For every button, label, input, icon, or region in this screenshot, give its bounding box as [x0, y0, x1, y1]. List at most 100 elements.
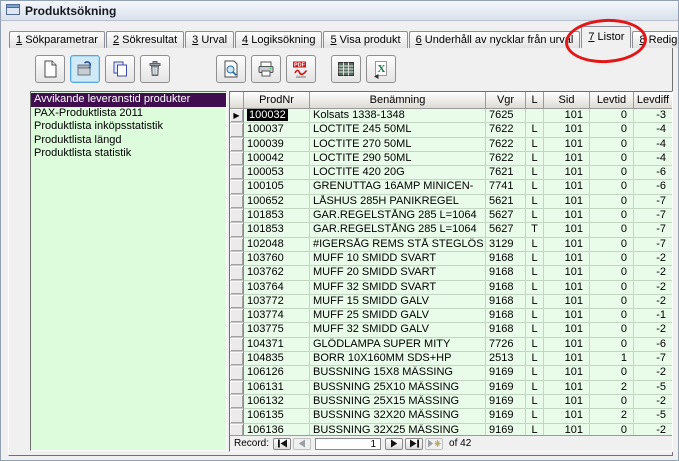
column-header-l[interactable]: L — [526, 92, 544, 109]
cell-prodnr[interactable]: 104371 — [244, 338, 310, 352]
cell-l[interactable]: L — [526, 323, 544, 337]
cell-benamning[interactable]: BUSSNING 32X25 MÄSSING — [310, 424, 486, 435]
print-preview-button[interactable] — [216, 55, 246, 83]
cell-levdiff[interactable]: -4 — [634, 152, 672, 166]
list-item[interactable]: Produktlista längd — [31, 134, 226, 148]
row-selector[interactable] — [230, 252, 244, 266]
cell-levdiff[interactable]: -7 — [634, 238, 672, 252]
column-header-levtid[interactable]: Levtid — [590, 92, 634, 109]
cell-vgr[interactable]: 7622 — [486, 152, 526, 166]
excel-export-button[interactable]: X — [366, 55, 396, 83]
cell-levdiff[interactable]: -4 — [634, 123, 672, 137]
column-header-levdiff[interactable]: Levdiff — [634, 92, 672, 109]
cell-levdiff[interactable]: -2 — [634, 252, 672, 266]
record-number-input[interactable]: 1 — [315, 438, 381, 450]
column-header-vgr[interactable]: Vgr — [486, 92, 526, 109]
cell-l[interactable]: L — [526, 338, 544, 352]
row-selector[interactable] — [230, 223, 244, 237]
tab-6[interactable]: 6 Underhåll av nycklar från urval — [409, 31, 581, 48]
cell-prodnr[interactable]: 100039 — [244, 138, 310, 152]
cell-sid[interactable]: 101 — [544, 166, 590, 180]
cell-prodnr[interactable]: 104835 — [244, 352, 310, 366]
report-listbox[interactable]: Avvikande leveranstid produkterPAX-Produ… — [30, 91, 227, 451]
tab-7[interactable]: 7 Listor — [581, 26, 631, 48]
cell-vgr[interactable]: 9168 — [486, 281, 526, 295]
cell-vgr[interactable]: 9168 — [486, 295, 526, 309]
cell-levtid[interactable]: 0 — [590, 195, 634, 209]
cell-levdiff[interactable]: -7 — [634, 209, 672, 223]
datasheet-view-button[interactable] — [331, 55, 361, 83]
cell-levtid[interactable]: 0 — [590, 295, 634, 309]
cell-levtid[interactable]: 0 — [590, 223, 634, 237]
cell-benamning[interactable]: MUFF 32 SMIDD SVART — [310, 281, 486, 295]
list-item[interactable]: Produktlista statistik — [31, 147, 226, 161]
cell-levdiff[interactable]: -2 — [634, 266, 672, 280]
cell-levdiff[interactable]: -3 — [634, 109, 672, 123]
cell-benamning[interactable]: GAR.REGELSTÅNG 285 L=1064 — [310, 209, 486, 223]
row-selector[interactable] — [230, 295, 244, 309]
cell-vgr[interactable]: 9169 — [486, 366, 526, 380]
cell-levtid[interactable]: 0 — [590, 152, 634, 166]
cell-l[interactable]: L — [526, 152, 544, 166]
cell-levtid[interactable]: 0 — [590, 209, 634, 223]
cell-sid[interactable]: 101 — [544, 338, 590, 352]
cell-benamning[interactable]: BUSSNING 25X10 MÄSSING — [310, 381, 486, 395]
cell-vgr[interactable]: 7741 — [486, 180, 526, 194]
row-selector[interactable] — [230, 424, 244, 435]
row-selector[interactable] — [230, 338, 244, 352]
cell-prodnr[interactable]: 103762 — [244, 266, 310, 280]
cell-prodnr[interactable]: 100042 — [244, 152, 310, 166]
column-header-benamning[interactable]: Benämning — [310, 92, 486, 109]
cell-levtid[interactable]: 0 — [590, 180, 634, 194]
cell-l[interactable]: T — [526, 223, 544, 237]
cell-prodnr[interactable]: 103774 — [244, 309, 310, 323]
cell-levtid[interactable]: 0 — [590, 281, 634, 295]
cell-sid[interactable]: 101 — [544, 352, 590, 366]
new-button[interactable] — [35, 55, 65, 83]
cell-levdiff[interactable]: -7 — [634, 223, 672, 237]
cell-sid[interactable]: 101 — [544, 424, 590, 435]
cell-vgr[interactable]: 7726 — [486, 338, 526, 352]
cell-prodnr[interactable]: 106126 — [244, 366, 310, 380]
tab-3[interactable]: 3 Urval — [185, 31, 234, 48]
cell-sid[interactable]: 101 — [544, 281, 590, 295]
cell-vgr[interactable]: 3129 — [486, 238, 526, 252]
cell-benamning[interactable]: #IGERSÅG REMS STÅ STEGLÖS — [310, 238, 486, 252]
cell-sid[interactable]: 101 — [544, 209, 590, 223]
cell-prodnr[interactable]: 100105 — [244, 180, 310, 194]
cell-l[interactable]: L — [526, 281, 544, 295]
first-record-button[interactable] — [273, 438, 291, 450]
cell-l[interactable]: L — [526, 309, 544, 323]
cell-prodnr[interactable]: 101853 — [244, 223, 310, 237]
cell-vgr[interactable]: 9169 — [486, 409, 526, 423]
row-selector[interactable] — [230, 266, 244, 280]
row-selector[interactable] — [230, 395, 244, 409]
cell-levtid[interactable]: 0 — [590, 366, 634, 380]
cell-prodnr[interactable]: 101853 — [244, 209, 310, 223]
cell-benamning[interactable]: GAR.REGELSTÅNG 285 L=1064 — [310, 223, 486, 237]
cell-vgr[interactable]: 7622 — [486, 138, 526, 152]
cell-vgr[interactable]: 9168 — [486, 323, 526, 337]
cell-prodnr[interactable]: 106131 — [244, 381, 310, 395]
cell-levtid[interactable]: 0 — [590, 266, 634, 280]
cell-l[interactable]: L — [526, 395, 544, 409]
cell-l[interactable]: L — [526, 381, 544, 395]
cell-levdiff[interactable]: -2 — [634, 366, 672, 380]
cell-vgr[interactable]: 5627 — [486, 223, 526, 237]
cell-benamning[interactable]: LOCTITE 420 20G — [310, 166, 486, 180]
cell-sid[interactable]: 101 — [544, 409, 590, 423]
row-selector[interactable] — [230, 352, 244, 366]
cell-levtid[interactable]: 0 — [590, 166, 634, 180]
row-selector[interactable] — [230, 281, 244, 295]
cell-sid[interactable]: 101 — [544, 109, 590, 123]
cell-levtid[interactable]: 0 — [590, 123, 634, 137]
cell-benamning[interactable]: LOCTITE 290 50ML — [310, 152, 486, 166]
new-record-button[interactable] — [425, 438, 443, 450]
cell-levtid[interactable]: 0 — [590, 238, 634, 252]
cell-l[interactable]: L — [526, 123, 544, 137]
cell-levdiff[interactable]: -7 — [634, 195, 672, 209]
save-button[interactable] — [70, 55, 100, 83]
cell-sid[interactable]: 101 — [544, 395, 590, 409]
cell-prodnr[interactable]: 100032 — [244, 109, 310, 123]
list-item[interactable]: Avvikande leveranstid produkter — [31, 93, 226, 107]
